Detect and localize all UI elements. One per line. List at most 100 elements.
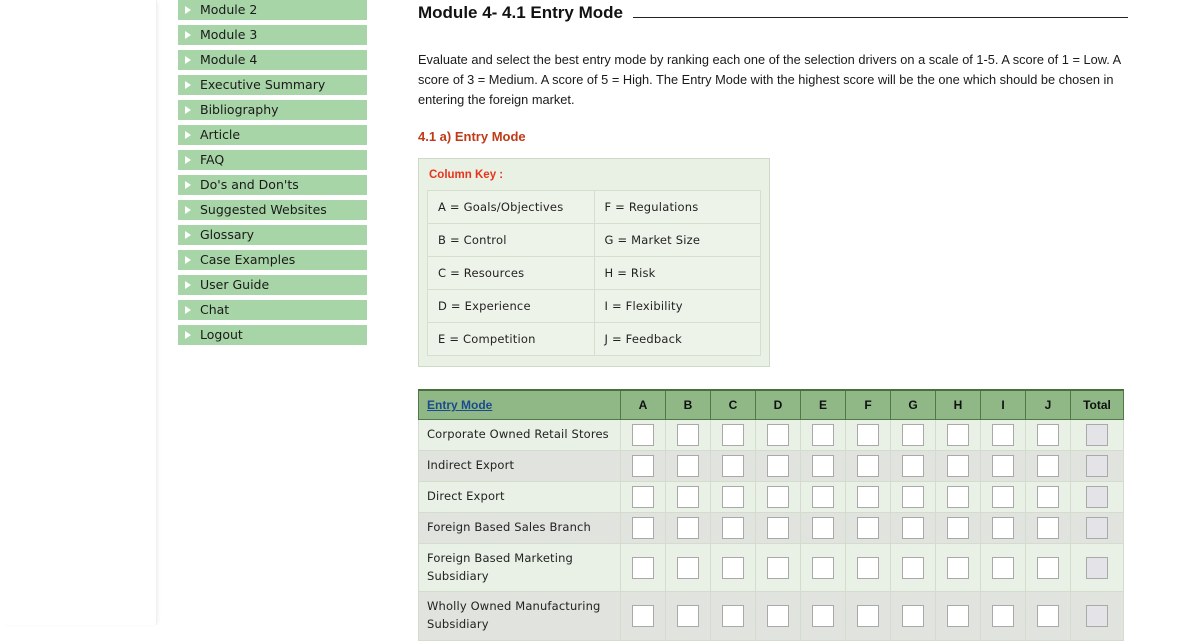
score-input-d[interactable]: [767, 605, 789, 628]
score-column-header-j: J: [1025, 389, 1071, 421]
score-input-i[interactable]: [992, 556, 1014, 579]
score-input-f[interactable]: [857, 556, 879, 579]
sidebar-item-do-s-and-don-ts[interactable]: Do's and Don'ts: [178, 175, 367, 195]
score-input-e[interactable]: [812, 605, 834, 628]
score-input-f[interactable]: [857, 424, 879, 447]
score-input-g[interactable]: [902, 486, 924, 509]
score-input-g[interactable]: [902, 605, 924, 628]
score-input-d[interactable]: [767, 486, 789, 509]
score-input-f[interactable]: [857, 455, 879, 478]
sidebar-item-module-4[interactable]: Module 4: [178, 50, 367, 70]
score-input-b[interactable]: [677, 605, 699, 628]
sidebar-item-case-examples[interactable]: Case Examples: [178, 250, 367, 270]
score-input-e[interactable]: [812, 455, 834, 478]
score-input-i[interactable]: [992, 424, 1014, 447]
page-title: Module 4- 4.1 Entry Mode: [418, 0, 1128, 26]
score-input-b[interactable]: [677, 486, 699, 509]
score-cell: [980, 481, 1026, 513]
sidebar-item-bibliography[interactable]: Bibliography: [178, 100, 367, 120]
score-input-j[interactable]: [1037, 605, 1059, 628]
triangle-right-icon: [185, 56, 191, 64]
score-input-i[interactable]: [992, 605, 1014, 628]
score-input-j[interactable]: [1037, 556, 1059, 579]
sidebar-item-module-2[interactable]: Module 2: [178, 0, 367, 20]
score-input-g[interactable]: [902, 424, 924, 447]
total-input: [1086, 556, 1108, 579]
column-key-panel: Column Key : A = Goals/Objectives F = Reg…: [418, 158, 770, 368]
score-input-a[interactable]: [632, 424, 654, 447]
score-input-f[interactable]: [857, 486, 879, 509]
score-input-c[interactable]: [722, 486, 744, 509]
score-input-c[interactable]: [722, 455, 744, 478]
score-cell: [710, 481, 756, 513]
score-input-h[interactable]: [947, 556, 969, 579]
score-input-g[interactable]: [902, 516, 924, 539]
score-input-h[interactable]: [947, 455, 969, 478]
score-input-e[interactable]: [812, 424, 834, 447]
score-input-d[interactable]: [767, 516, 789, 539]
sidebar-item-logout[interactable]: Logout: [178, 325, 367, 345]
score-input-e[interactable]: [812, 486, 834, 509]
score-input-b[interactable]: [677, 516, 699, 539]
sidebar-item-module-3[interactable]: Module 3: [178, 25, 367, 45]
column-key-title: Column Key :: [429, 169, 504, 182]
score-input-c[interactable]: [722, 556, 744, 579]
column-key-cell-left: C = Resources: [427, 256, 595, 291]
sidebar-item-faq[interactable]: FAQ: [178, 150, 367, 170]
sidebar-item-chat[interactable]: Chat: [178, 300, 367, 320]
score-input-j[interactable]: [1037, 424, 1059, 447]
score-cell: [845, 511, 891, 544]
score-input-d[interactable]: [767, 556, 789, 579]
score-input-h[interactable]: [947, 424, 969, 447]
score-input-b[interactable]: [677, 424, 699, 447]
score-input-c[interactable]: [722, 516, 744, 539]
main-content: Module 4- 4.1 Entry Mode Evaluate and se…: [418, 0, 1128, 641]
score-input-c[interactable]: [722, 424, 744, 447]
score-cell: [755, 419, 801, 452]
entry-mode-sort-link[interactable]: Entry Mode: [427, 398, 492, 412]
total-cell: [1070, 450, 1124, 483]
score-input-i[interactable]: [992, 486, 1014, 509]
score-input-e[interactable]: [812, 556, 834, 579]
score-input-h[interactable]: [947, 486, 969, 509]
score-input-g[interactable]: [902, 556, 924, 579]
score-input-i[interactable]: [992, 516, 1014, 539]
score-input-i[interactable]: [992, 455, 1014, 478]
score-cell: [755, 511, 801, 544]
score-input-c[interactable]: [722, 605, 744, 628]
score-input-a[interactable]: [632, 455, 654, 478]
sidebar-item-article[interactable]: Article: [178, 125, 367, 145]
score-input-a[interactable]: [632, 516, 654, 539]
score-input-j[interactable]: [1037, 455, 1059, 478]
score-input-e[interactable]: [812, 516, 834, 539]
score-column-header-a: A: [620, 389, 666, 421]
score-cell: [845, 542, 891, 593]
score-input-b[interactable]: [677, 556, 699, 579]
entry-table-header-row: Entry Mode A B C D E F G H I J Total: [418, 389, 1124, 421]
score-input-h[interactable]: [947, 605, 969, 628]
sidebar-item-executive-summary[interactable]: Executive Summary: [178, 75, 367, 95]
score-input-d[interactable]: [767, 455, 789, 478]
score-input-a[interactable]: [632, 556, 654, 579]
score-input-j[interactable]: [1037, 516, 1059, 539]
score-cell: [665, 419, 711, 452]
score-cell: [710, 419, 756, 452]
sidebar-item-label: Do's and Don'ts: [200, 177, 299, 192]
score-input-b[interactable]: [677, 455, 699, 478]
triangle-right-icon: [185, 81, 191, 89]
sidebar-item-user-guide[interactable]: User Guide: [178, 275, 367, 295]
score-cell: [1025, 450, 1071, 483]
sidebar-item-glossary[interactable]: Glossary: [178, 225, 367, 245]
score-input-g[interactable]: [902, 455, 924, 478]
score-cell: [845, 591, 891, 641]
score-input-j[interactable]: [1037, 486, 1059, 509]
sidebar-item-suggested-websites[interactable]: Suggested Websites: [178, 200, 367, 220]
score-input-f[interactable]: [857, 605, 879, 628]
score-input-f[interactable]: [857, 516, 879, 539]
score-cell: [755, 591, 801, 641]
score-input-a[interactable]: [632, 605, 654, 628]
score-input-a[interactable]: [632, 486, 654, 509]
total-cell: [1070, 511, 1124, 544]
score-input-d[interactable]: [767, 424, 789, 447]
score-input-h[interactable]: [947, 516, 969, 539]
